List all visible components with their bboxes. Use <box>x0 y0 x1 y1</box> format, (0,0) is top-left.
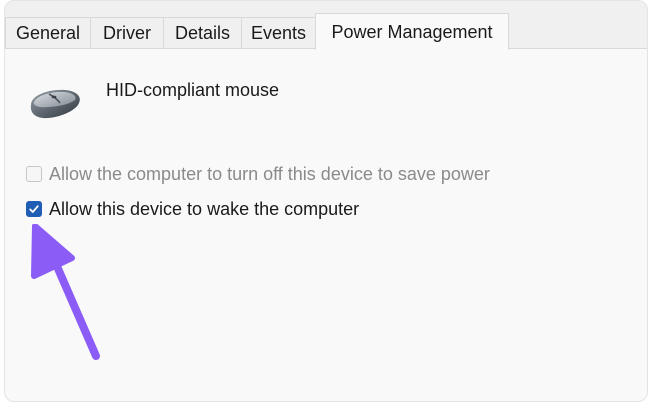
device-name: HID-compliant mouse <box>106 80 280 100</box>
allow-turn-off-label: Allow the computer to turn off this devi… <box>49 163 490 184</box>
allow-turn-off-option: Allow the computer to turn off this devi… <box>26 162 490 186</box>
checkmark-icon <box>29 205 39 213</box>
allow-turn-off-checkbox <box>26 166 42 182</box>
tab-driver[interactable]: Driver <box>90 17 164 49</box>
allow-wake-option[interactable]: Allow this device to wake the computer <box>26 197 359 221</box>
arrow-icon <box>31 224 100 360</box>
allow-wake-checkbox[interactable] <box>26 201 42 217</box>
mouse-icon <box>27 81 83 125</box>
tab-power-management[interactable]: Power Management <box>315 13 509 50</box>
tab-strip: General Driver Details Events Power Mana… <box>5 1 647 50</box>
tab-details[interactable]: Details <box>163 17 242 49</box>
tab-events[interactable]: Events <box>241 17 316 49</box>
allow-wake-label[interactable]: Allow this device to wake the computer <box>49 199 359 220</box>
tab-general[interactable]: General <box>5 17 91 49</box>
